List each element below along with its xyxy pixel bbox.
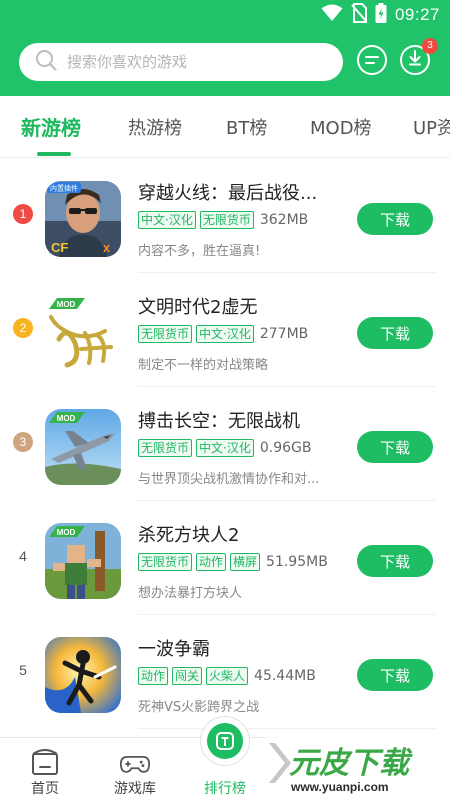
cf-soldier-icon[interactable]: CF x 内置插件: [45, 181, 121, 257]
watermark-url: www.yuanpi.com: [290, 780, 389, 794]
rank-badge: 3: [13, 432, 33, 452]
download-button[interactable]: 下载: [357, 317, 433, 349]
game-tag: 中文·汉化: [138, 210, 196, 229]
wifi-icon: [321, 4, 343, 26]
nav-label: 首页: [31, 781, 59, 797]
rank-badge: 2: [13, 318, 33, 338]
game-tag: 火柴人: [206, 666, 249, 685]
svg-text:x: x: [103, 240, 111, 255]
game-tag: 无限货币: [199, 210, 254, 229]
list-item[interactable]: 1 CF x 内置插件 穿越火线：最后战役... 中文·汉化 无限货币 362M…: [0, 159, 450, 273]
battery-charging-icon: [375, 3, 387, 27]
rank-number: 5: [19, 662, 27, 678]
nav-label: 排行榜: [204, 781, 246, 797]
download-button[interactable]: 下载: [357, 203, 433, 235]
download-button[interactable]: 下载: [357, 659, 433, 691]
gamepad-icon: [119, 748, 151, 778]
game-size: 45.44MB: [254, 667, 316, 684]
rank-badge: 1: [13, 204, 33, 224]
game-description: 想办法暴打方块人: [138, 586, 243, 601]
tab-up[interactable]: UP资: [413, 114, 450, 140]
nav-game-library[interactable]: 游戏库: [90, 738, 180, 800]
game-tag: 动作: [196, 552, 227, 571]
game-tag: 横屏: [230, 552, 261, 571]
download-button[interactable]: 下载: [357, 431, 433, 463]
message-button[interactable]: [357, 45, 387, 75]
game-title[interactable]: 一波争霸: [138, 635, 210, 661]
tag-line: 无限货币 动作 横屏 51.95MB: [138, 552, 328, 571]
search-input[interactable]: [67, 53, 307, 71]
active-tab-indicator: [37, 152, 71, 156]
download-icon: [407, 50, 423, 70]
stickman-fight-icon[interactable]: [45, 637, 121, 713]
tag-line: 中文·汉化 无限货币 362MB: [138, 210, 308, 229]
game-tag: 无限货币: [138, 324, 193, 343]
status-bar: 09:27: [0, 0, 450, 30]
mod-label: MOD: [57, 528, 76, 537]
rank-number: 4: [19, 548, 27, 564]
status-time: 09:27: [394, 5, 440, 24]
game-description: 死神VS火影跨界之战: [138, 700, 260, 715]
nav-home[interactable]: 首页: [0, 738, 90, 800]
site-watermark: 元皮下载 www.yuanpi.com: [265, 729, 450, 800]
list-item[interactable]: 3 MOD 搏击长空：无限战机 无限货币 中文·汉化 0.96GB 与世界顶尖战…: [0, 387, 450, 501]
search-icon: [35, 49, 57, 75]
list-item[interactable]: 2 MOD 文明时代2虚无 无限货币 中文·汉化 277MB 制定不一样的对战策…: [0, 273, 450, 387]
nav-label: 游戏库: [114, 781, 156, 797]
svg-text:CF: CF: [51, 240, 68, 255]
tab-bt[interactable]: BT榜: [226, 114, 267, 140]
search-row: [0, 40, 450, 84]
tag-line: 无限货币 中文·汉化 0.96GB: [138, 438, 311, 457]
no-sim-icon: [351, 3, 367, 27]
status-icons: 09:27: [321, 3, 440, 27]
tab-new-games[interactable]: 新游榜: [21, 112, 81, 141]
tag-line: 无限货币 中文·汉化 277MB: [138, 324, 308, 343]
game-title[interactable]: 搏击长空：无限战机: [138, 407, 300, 433]
download-count-badge: 3: [422, 38, 438, 54]
blocky-man-icon[interactable]: MOD: [45, 523, 121, 599]
tab-hot-games[interactable]: 热游榜: [128, 114, 182, 140]
game-tag: 中文·汉化: [196, 324, 254, 343]
game-title[interactable]: 杀死方块人2: [138, 521, 239, 547]
ranking-tabs: 新游榜 热游榜 BT榜 MOD榜 UP资: [0, 96, 450, 158]
game-size: 51.95MB: [266, 553, 328, 570]
game-size: 277MB: [259, 325, 309, 342]
search-bar[interactable]: [19, 43, 343, 81]
app-header: 09:27: [0, 0, 450, 96]
game-tag: 无限货币: [138, 552, 193, 571]
message-icon: [364, 51, 380, 70]
calligraphy-mod-icon[interactable]: MOD: [45, 295, 121, 371]
home-icon: [30, 748, 60, 778]
tab-mod[interactable]: MOD榜: [310, 114, 372, 140]
game-title[interactable]: 穿越火线：最后战役...: [138, 179, 317, 205]
game-description: 制定不一样的对战策略: [138, 358, 269, 373]
mod-label: MOD: [57, 414, 76, 423]
download-button[interactable]: 下载: [357, 545, 433, 577]
game-description: 内容不多，胜在逼真!: [138, 244, 261, 259]
list-item[interactable]: 4 MOD 杀死方块人2 无限货币 动作 横屏 51.95MB 想办法暴打方块人…: [0, 501, 450, 615]
fighter-jet-icon[interactable]: MOD: [45, 409, 121, 485]
game-title[interactable]: 文明时代2虚无: [138, 293, 257, 319]
tag-line: 动作 闯关 火柴人 45.44MB: [138, 666, 316, 685]
game-tag: 中文·汉化: [196, 438, 254, 457]
game-tag: 动作: [138, 666, 169, 685]
list-item[interactable]: 5 一波争霸 动作 闯关 火柴人 45.44MB 死神VS火影跨界之战 下载: [0, 615, 450, 729]
mod-label: MOD: [57, 300, 76, 309]
plugin-label: 内置插件: [50, 184, 78, 193]
game-description: 与世界顶尖战机激情协作和对...: [138, 472, 320, 487]
game-size: 0.96GB: [259, 439, 312, 456]
watermark-brand: 元皮下载: [289, 746, 413, 781]
game-tag: 闯关: [172, 666, 203, 685]
nav-ranking[interactable]: 排行榜: [180, 738, 270, 800]
game-size: 362MB: [259, 211, 309, 228]
game-tag: 无限货币: [138, 438, 193, 457]
